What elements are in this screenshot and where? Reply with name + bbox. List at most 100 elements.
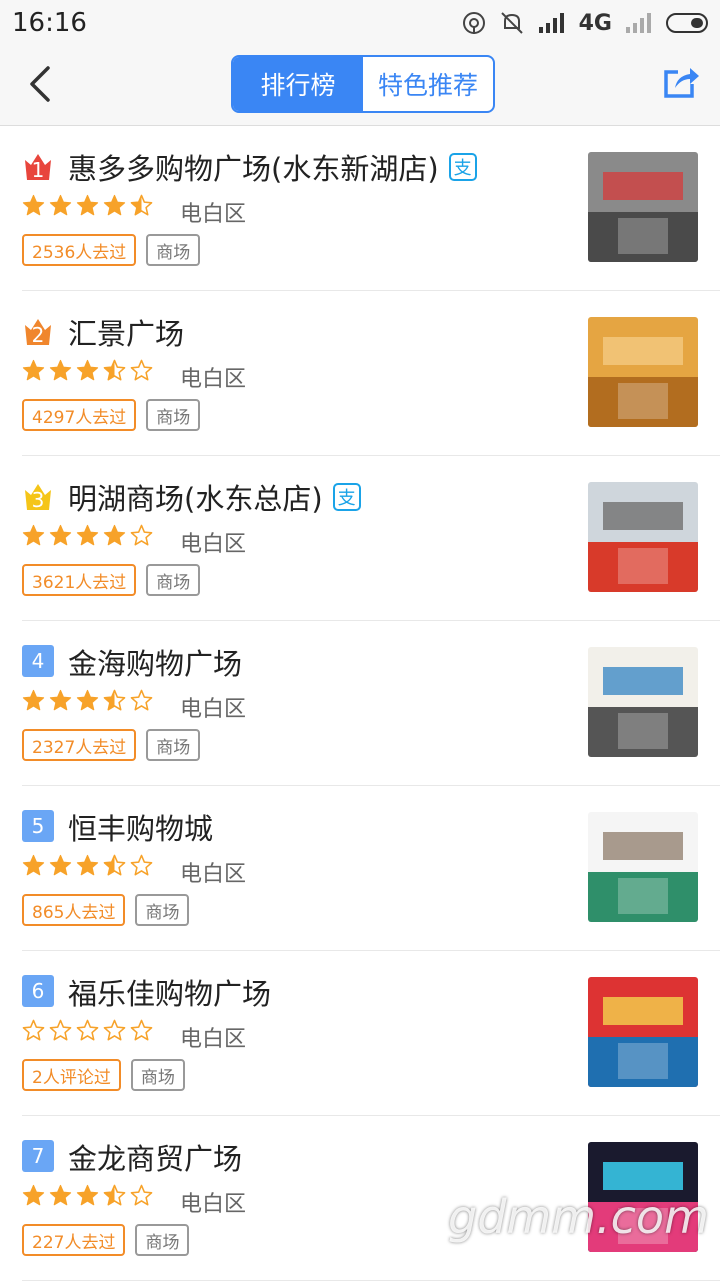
item-title[interactable]: 惠多多购物广场(水东新湖店) [68, 146, 439, 188]
rank-badge: 6 [22, 975, 54, 1007]
rank-badge: 7 [22, 1140, 54, 1172]
alipay-icon: 支 [332, 483, 361, 511]
item-thumbnail[interactable] [588, 647, 698, 757]
item-title-row: 金龙商贸广场 [68, 1136, 242, 1178]
item-thumbnail[interactable] [588, 812, 698, 922]
star-icon [22, 359, 45, 386]
star-icon [103, 359, 126, 386]
item-title[interactable]: 明湖商场(水东总店) [68, 476, 323, 518]
star-icon [130, 854, 153, 881]
mute-icon [499, 10, 525, 36]
star-icon [22, 689, 45, 716]
tags: 2536人去过 商场 [22, 234, 201, 266]
share-button[interactable] [662, 62, 702, 102]
nav-bar: 排行榜 特色推荐 [0, 46, 720, 126]
star-icon [130, 1019, 153, 1046]
battery-icon [666, 13, 708, 33]
item-title[interactable]: 金龙商贸广场 [68, 1136, 242, 1178]
item-thumbnail[interactable] [588, 977, 698, 1087]
category-tag: 商场 [146, 399, 201, 431]
chevron-left-icon [30, 66, 50, 102]
item-title[interactable]: 恒丰购物城 [68, 806, 213, 848]
star-icon [22, 1019, 45, 1046]
rating-stars [22, 854, 153, 881]
district-label: 电白区 [180, 1192, 247, 1217]
star-icon [103, 524, 126, 551]
rank-crown-icon: 1 [22, 150, 54, 182]
visits-tag: 2327人去过 [22, 729, 137, 761]
star-icon [49, 854, 72, 881]
district-label: 电白区 [180, 202, 247, 227]
category-tag: 商场 [146, 729, 201, 761]
list-item[interactable]: 6 福乐佳购物广场 电白区 2人评论过 商场 [22, 951, 720, 1116]
tab-featured[interactable]: 特色推荐 [363, 57, 493, 111]
item-title-row: 福乐佳购物广场 [68, 971, 271, 1013]
list-item[interactable]: 2 汇景广场 电白区 4297人去过 商场 [22, 291, 720, 456]
item-title-row: 惠多多购物广场(水东新湖店) 支 [68, 146, 477, 188]
rating-stars [22, 359, 153, 386]
tab-ranking[interactable]: 排行榜 [233, 57, 363, 111]
star-icon [49, 1184, 72, 1211]
star-icon [49, 689, 72, 716]
tags: 865人去过 商场 [22, 894, 190, 926]
star-icon [49, 194, 72, 221]
back-button[interactable] [22, 64, 62, 104]
star-icon [130, 359, 153, 386]
item-title[interactable]: 汇景广场 [68, 311, 184, 353]
category-tag: 商场 [146, 234, 201, 266]
star-icon [76, 1019, 99, 1046]
star-icon [103, 854, 126, 881]
rank-number: 6 [22, 975, 54, 1007]
rank-badge: 4 [22, 645, 54, 677]
rank-crown-icon: 2 [22, 315, 54, 347]
ranking-list: 1 惠多多购物广场(水东新湖店) 支 电白区 2536人去过 商场 2 汇景广场… [0, 126, 720, 1281]
list-item[interactable]: 1 惠多多购物广场(水东新湖店) 支 电白区 2536人去过 商场 [22, 126, 720, 291]
visits-tag: 865人去过 [22, 894, 126, 926]
visits-tag: 2人评论过 [22, 1059, 121, 1091]
rank-badge: 5 [22, 810, 54, 842]
category-tag: 商场 [146, 564, 201, 596]
star-icon [76, 689, 99, 716]
star-icon [103, 194, 126, 221]
segmented-tabs: 排行榜 特色推荐 [231, 55, 495, 113]
list-item[interactable]: 5 恒丰购物城 电白区 865人去过 商场 [22, 786, 720, 951]
star-icon [130, 194, 153, 221]
item-title-row: 金海购物广场 [68, 641, 242, 683]
list-item[interactable]: 3 明湖商场(水东总店) 支 电白区 3621人去过 商场 [22, 456, 720, 621]
star-icon [76, 359, 99, 386]
item-thumbnail[interactable] [588, 482, 698, 592]
item-title-row: 明湖商场(水东总店) 支 [68, 476, 361, 518]
star-icon [22, 1184, 45, 1211]
visits-tag: 4297人去过 [22, 399, 137, 431]
rating-stars [22, 194, 153, 221]
category-tag: 商场 [130, 1059, 185, 1091]
star-icon [130, 524, 153, 551]
item-title[interactable]: 福乐佳购物广场 [68, 971, 271, 1013]
star-icon [130, 689, 153, 716]
star-icon [22, 194, 45, 221]
star-icon [103, 1184, 126, 1211]
category-tag: 商场 [135, 894, 190, 926]
star-icon [22, 524, 45, 551]
star-icon [49, 524, 72, 551]
rank-number: 5 [22, 810, 54, 842]
rank-number: 3 [31, 488, 45, 512]
visits-tag: 2536人去过 [22, 234, 137, 266]
rank-number: 2 [31, 323, 45, 347]
status-time: 16:16 [12, 8, 87, 38]
status-bar: 16:16 4G [0, 0, 720, 46]
item-thumbnail[interactable] [588, 317, 698, 427]
district-label: 电白区 [180, 532, 247, 557]
rank-number: 7 [22, 1140, 54, 1172]
hotspot-icon [461, 10, 487, 36]
tags: 4297人去过 商场 [22, 399, 201, 431]
category-tag: 商场 [135, 1224, 190, 1256]
rating-stars [22, 1019, 153, 1046]
item-thumbnail[interactable] [588, 152, 698, 262]
district-label: 电白区 [180, 862, 247, 887]
district-label: 电白区 [180, 697, 247, 722]
item-title[interactable]: 金海购物广场 [68, 641, 242, 683]
rank-number: 1 [31, 158, 45, 182]
list-item[interactable]: 4 金海购物广场 电白区 2327人去过 商场 [22, 621, 720, 786]
star-icon [76, 524, 99, 551]
